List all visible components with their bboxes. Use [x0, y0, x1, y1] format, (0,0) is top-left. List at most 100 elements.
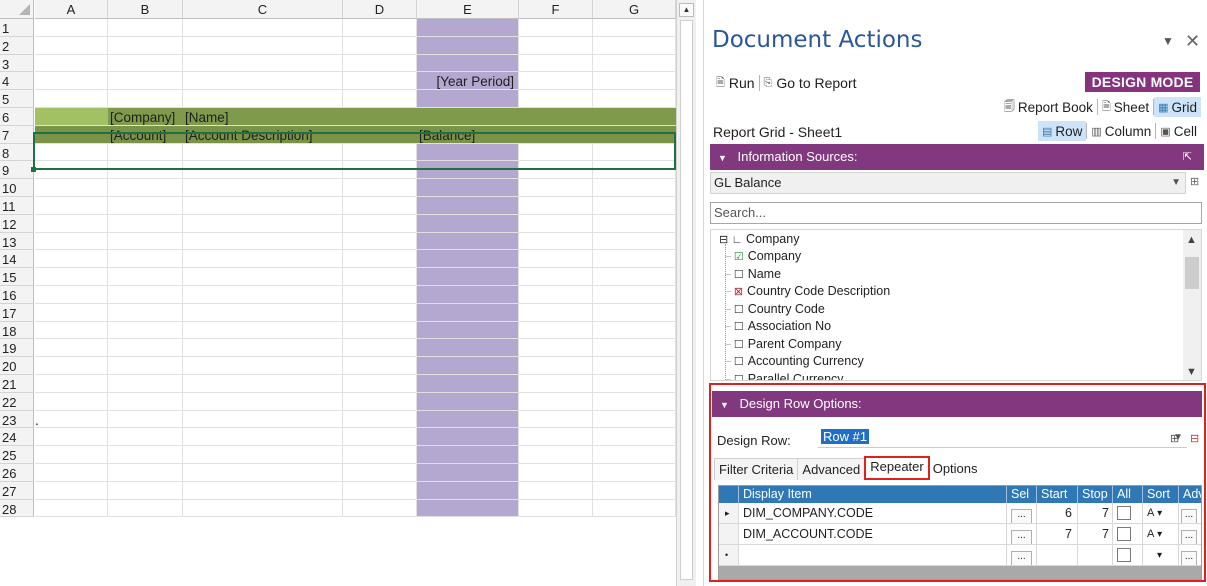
- cell-e10[interactable]: [417, 179, 519, 197]
- pin-icon[interactable]: ⇱: [1183, 144, 1192, 170]
- cell-f2[interactable]: [519, 36, 593, 55]
- row-header-9[interactable]: 9: [0, 161, 34, 180]
- cell-f25[interactable]: [519, 446, 593, 464]
- cell-e25[interactable]: [417, 446, 519, 464]
- tree-scrollbar[interactable]: ▲ ▼: [1183, 230, 1201, 380]
- cell-g23[interactable]: [593, 410, 676, 429]
- cell-c24[interactable]: [183, 428, 343, 447]
- cell-b12[interactable]: [108, 214, 183, 233]
- column-header-d[interactable]: D: [343, 0, 417, 19]
- cell-e4[interactable]: [Year Period]: [417, 72, 519, 91]
- start-cell[interactable]: 6: [1037, 503, 1078, 523]
- cell-b24[interactable]: [108, 428, 183, 447]
- sel-cell[interactable]: ...: [1007, 524, 1037, 544]
- cell-a23[interactable]: [35, 410, 108, 429]
- checkbox-icon[interactable]: ☐: [734, 321, 744, 333]
- cell-b26[interactable]: [108, 464, 183, 482]
- cell-e5[interactable]: [417, 90, 519, 108]
- cell-f17[interactable]: [519, 303, 593, 322]
- cell-b23[interactable]: [108, 410, 183, 429]
- row-selector[interactable]: [719, 524, 739, 544]
- cell-b1[interactable]: [108, 19, 183, 37]
- search-input[interactable]: Search...: [710, 202, 1202, 224]
- cell-g28[interactable]: [593, 499, 676, 518]
- cell-c18[interactable]: [183, 321, 343, 340]
- information-tree[interactable]: ⊟ ∟ Company ┈ ☑ Company ┈ ☐ Name ┈ ⊠ Country …: [710, 229, 1202, 381]
- sel-cell[interactable]: ...: [1007, 545, 1037, 565]
- scroll-up-icon[interactable]: ▲: [1186, 234, 1197, 246]
- cell-d28[interactable]: [343, 499, 417, 518]
- cell-d15[interactable]: [343, 268, 417, 286]
- row-header-12[interactable]: 12: [0, 214, 34, 233]
- cell-a5[interactable]: [35, 90, 108, 108]
- row-header-7[interactable]: 7: [0, 125, 34, 144]
- sheet-button[interactable]: 🗎 Sheet: [1098, 97, 1153, 117]
- stop-cell[interactable]: [1078, 545, 1113, 565]
- cell-d5[interactable]: [343, 90, 417, 108]
- row-header-20[interactable]: 20: [0, 357, 34, 375]
- row-header-27[interactable]: 27: [0, 481, 34, 500]
- cell-a20[interactable]: [35, 357, 108, 375]
- column-header-c[interactable]: C: [183, 0, 343, 19]
- checkbox-icon[interactable]: ☐: [734, 339, 744, 351]
- cell-g12[interactable]: [593, 214, 676, 233]
- all-checkbox[interactable]: [1117, 506, 1131, 520]
- col-start[interactable]: Start: [1037, 486, 1078, 503]
- run-button[interactable]: 🗎 Run: [712, 74, 759, 93]
- cell-a19[interactable]: [35, 339, 108, 358]
- col-sort[interactable]: Sort: [1143, 486, 1179, 503]
- cell-e15[interactable]: [417, 268, 519, 286]
- cell-e27[interactable]: [417, 481, 519, 500]
- cell-a1[interactable]: [35, 19, 108, 37]
- cell-f24[interactable]: [519, 428, 593, 447]
- row-header-13[interactable]: 13: [0, 232, 34, 251]
- cell-a8[interactable]: [35, 143, 108, 162]
- cell-d23[interactable]: [343, 410, 417, 429]
- cell-f13[interactable]: [519, 232, 593, 251]
- cell-e23[interactable]: [417, 410, 519, 429]
- tab-options[interactable]: Options: [929, 458, 982, 480]
- cell-a22[interactable]: [35, 392, 108, 411]
- cell-d19[interactable]: [343, 339, 417, 358]
- cell-a27[interactable]: [35, 481, 108, 500]
- stop-cell[interactable]: 7: [1078, 503, 1113, 523]
- chevron-down-icon[interactable]: ▼: [1162, 34, 1174, 48]
- cell-c13[interactable]: [183, 232, 343, 251]
- table-row[interactable]: ▸ DIM_COMPANY.CODE... 6 7 A ▾...: [719, 503, 1201, 524]
- sheet-vertical-scrollbar[interactable]: ▲: [676, 0, 696, 586]
- cell-g16[interactable]: [593, 286, 676, 304]
- cell-g5[interactable]: [593, 90, 676, 108]
- fill-handle[interactable]: [31, 167, 36, 172]
- cell-g4[interactable]: [593, 72, 676, 91]
- cell-d10[interactable]: [343, 179, 417, 197]
- cell-f19[interactable]: [519, 339, 593, 358]
- cell-g27[interactable]: [593, 481, 676, 500]
- cell-e1[interactable]: [417, 19, 519, 37]
- cell-b21[interactable]: [108, 375, 183, 393]
- col-display-item[interactable]: Display Item: [739, 486, 1007, 503]
- cell-b7[interactable]: [Account]: [108, 125, 183, 144]
- cell-g13[interactable]: [593, 232, 676, 251]
- tree-root-company[interactable]: ⊟ ∟ Company: [719, 231, 799, 248]
- cell-d13[interactable]: [343, 232, 417, 251]
- col-all[interactable]: All: [1113, 486, 1143, 503]
- sort-cell[interactable]: ▾: [1143, 545, 1179, 565]
- cell-g2[interactable]: [593, 36, 676, 55]
- cell-a2[interactable]: [35, 36, 108, 55]
- cell-d2[interactable]: [343, 36, 417, 55]
- cell-f1[interactable]: [519, 19, 593, 37]
- row-header-14[interactable]: 14: [0, 250, 34, 269]
- adv-ellipsis-button[interactable]: ...: [1181, 509, 1197, 523]
- cell-d25[interactable]: [343, 446, 417, 464]
- cell-f28[interactable]: [519, 499, 593, 518]
- cell-c6[interactable]: [Name]: [183, 108, 343, 126]
- checkbox-icon[interactable]: ⊠: [734, 286, 743, 298]
- cell-c26[interactable]: [183, 464, 343, 482]
- cell-b10[interactable]: [108, 179, 183, 197]
- cell-g22[interactable]: [593, 392, 676, 411]
- cell-a12[interactable]: [35, 214, 108, 233]
- row-selector[interactable]: •: [719, 545, 739, 565]
- cell-f11[interactable]: [519, 197, 593, 215]
- row-header-28[interactable]: 28: [0, 499, 34, 518]
- col-adv[interactable]: Adv: [1179, 486, 1201, 503]
